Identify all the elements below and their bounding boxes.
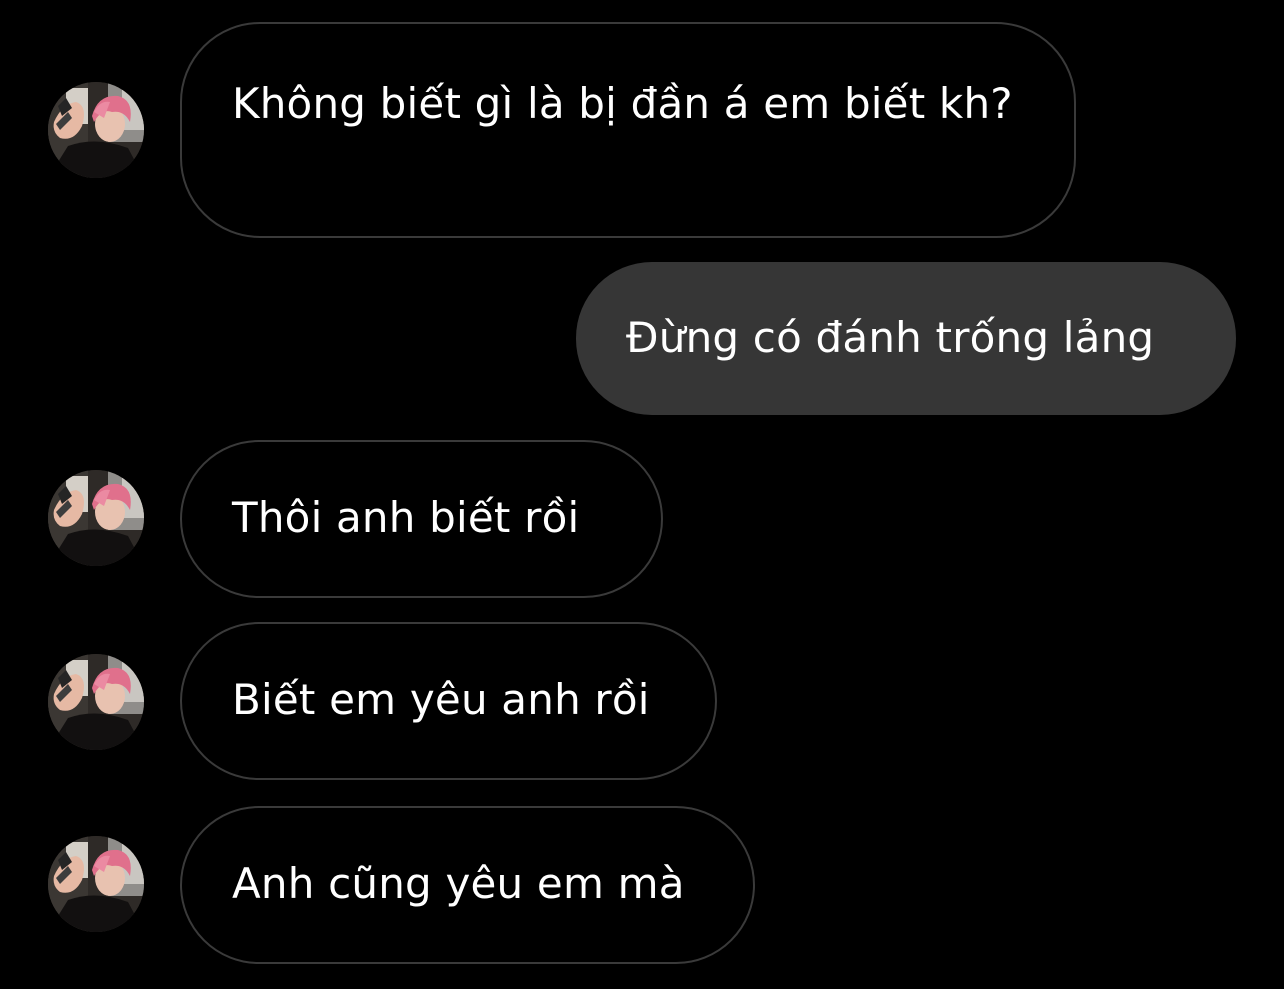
message-text: Đừng có đánh trống lảng [626, 313, 1155, 362]
message-bubble-received[interactable]: Anh cũng yêu em mà [180, 806, 755, 964]
chat-thread: Không biết gì là bị đần á em biết kh? Đừ… [0, 0, 1284, 989]
profile-photo-icon [48, 82, 144, 178]
avatar[interactable] [48, 836, 144, 932]
avatar[interactable] [48, 82, 144, 178]
message-bubble-sent[interactable]: Đừng có đánh trống lảng [576, 262, 1236, 415]
message-text: Anh cũng yêu em mà [232, 859, 685, 908]
avatar[interactable] [48, 470, 144, 566]
avatar[interactable] [48, 654, 144, 750]
message-text: Không biết gì là bị đần á em biết kh? [232, 79, 1013, 128]
message-bubble-received[interactable]: Không biết gì là bị đần á em biết kh? [180, 22, 1076, 238]
message-bubble-received[interactable]: Thôi anh biết rồi [180, 440, 663, 598]
profile-photo-icon [48, 836, 144, 932]
profile-photo-icon [48, 470, 144, 566]
message-bubble-received[interactable]: Biết em yêu anh rồi [180, 622, 717, 780]
message-text: Biết em yêu anh rồi [232, 675, 650, 724]
profile-photo-icon [48, 654, 144, 750]
message-text: Thôi anh biết rồi [232, 493, 580, 542]
